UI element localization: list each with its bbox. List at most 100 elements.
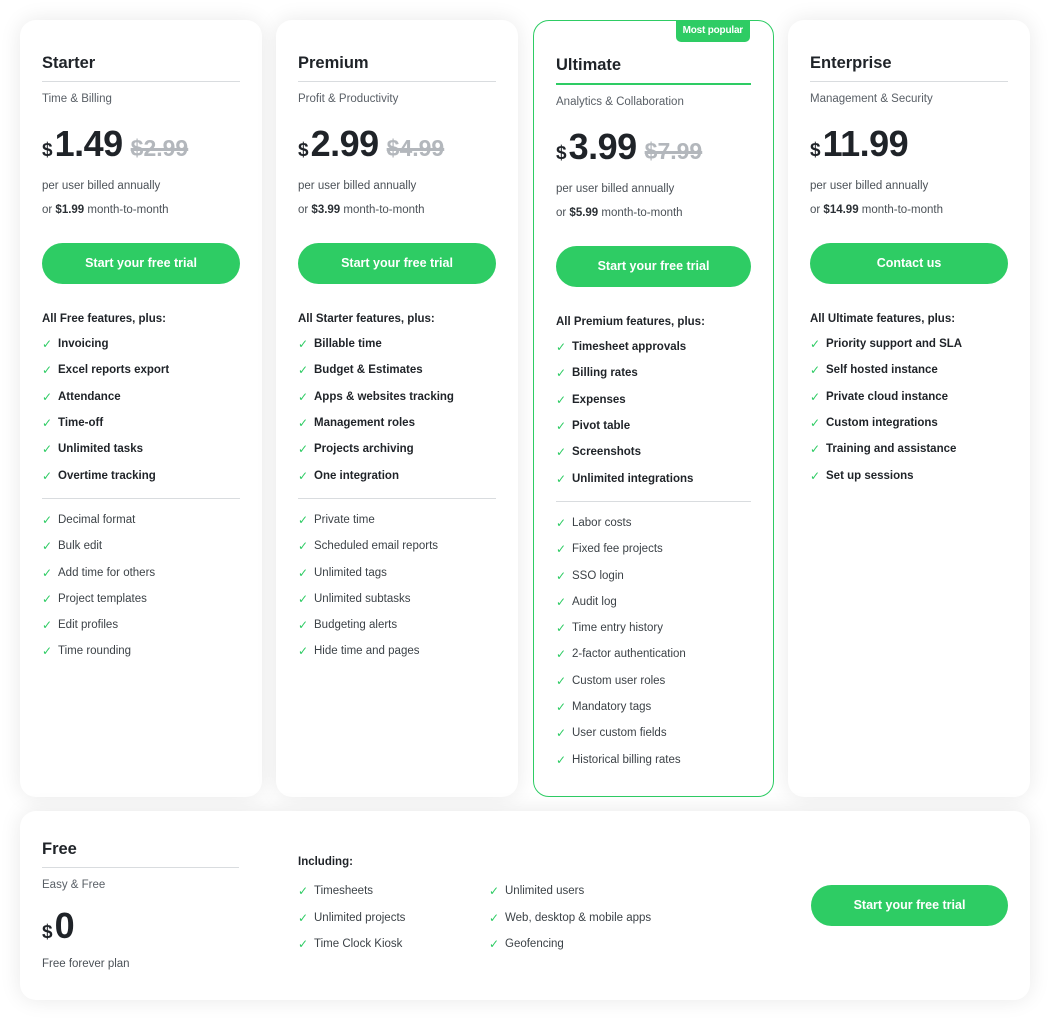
- feature-item: ✓ SSO login: [556, 562, 751, 588]
- feature-label: Billable time: [314, 338, 382, 351]
- feature-item: ✓ Project templates: [42, 586, 240, 612]
- feature-label: Custom user roles: [572, 674, 666, 687]
- features-extra-list: ✓ Labor costs ✓ Fixed fee projects ✓ SSO logi…: [556, 510, 751, 773]
- check-icon: ✓: [489, 937, 500, 952]
- check-icon: ✓: [556, 700, 567, 714]
- feature-label: Edit profiles: [58, 619, 119, 632]
- feature-label: Billing rates: [572, 367, 638, 380]
- plan-name: Premium: [298, 54, 369, 72]
- feature-label: Time-off: [58, 417, 104, 430]
- billing-note: per user billed annually: [42, 180, 161, 192]
- feature-item: ✓ Unlimited tasks: [42, 436, 240, 462]
- starter-cta-button[interactable]: Start your free trial: [42, 243, 240, 284]
- check-icon: ✓: [298, 937, 309, 952]
- ultimate-cta-button[interactable]: Start your free trial: [556, 246, 751, 287]
- feature-label: Unlimited users: [505, 885, 585, 898]
- check-icon: ✓: [556, 471, 567, 486]
- plan-name-divider: [42, 867, 239, 868]
- price: $ 0: [42, 906, 239, 950]
- check-icon: ✓: [556, 673, 567, 688]
- feature-label: Hide time and pages: [314, 645, 420, 658]
- price-currency: $: [810, 140, 821, 161]
- old-price: $4.99: [386, 135, 445, 161]
- features-heading: All Ultimate features, plus:: [810, 313, 956, 325]
- feature-label: Overtime tracking: [58, 469, 156, 482]
- features-extra-list: ✓ Private time ✓ Scheduled email reports ✓ Un…: [298, 507, 496, 665]
- feature-label: Unlimited integrations: [572, 472, 694, 485]
- features-heading: All Starter features, plus:: [298, 313, 435, 325]
- plan-name-divider: [556, 83, 751, 85]
- old-price: $2.99: [130, 135, 189, 161]
- feature-item: ✓ Unlimited integrations: [556, 465, 751, 491]
- feature-label: Custom integrations: [826, 417, 938, 430]
- price-currency: $: [556, 143, 567, 164]
- check-icon: ✓: [556, 594, 567, 609]
- feature-item: ✓ Excel reports export: [42, 357, 240, 383]
- enterprise-cta-button[interactable]: Contact us: [810, 243, 1008, 284]
- price-value: 1.49: [54, 123, 124, 164]
- features-main-list: ✓ Invoicing ✓ Excel reports export ✓ Attendan…: [42, 331, 240, 489]
- premium-cta-button[interactable]: Start your free trial: [298, 243, 496, 284]
- feature-item: ✓ Billing rates: [556, 360, 751, 386]
- check-icon: ✓: [42, 442, 53, 457]
- feature-item: ✓ Private cloud instance: [810, 384, 1008, 410]
- price-value: 2.99: [310, 123, 380, 164]
- feature-label: Audit log: [572, 595, 617, 608]
- feature-label: Add time for others: [58, 566, 156, 579]
- feature-label: 2-factor authentication: [572, 648, 686, 661]
- feature-label: Unlimited tasks: [58, 443, 143, 456]
- plan-card-enterprise: Enterprise Management & Security $11.99 per…: [788, 20, 1030, 797]
- monthly-price: $1.99: [55, 204, 85, 216]
- feature-label: Apps & websites tracking: [314, 390, 454, 403]
- monthly-prefix: or: [556, 207, 570, 219]
- check-icon: ✓: [556, 647, 567, 662]
- feature-label: Priority support and SLA: [826, 338, 963, 351]
- check-icon: ✓: [810, 363, 821, 378]
- feature-item: ✓ User custom fields: [556, 720, 751, 746]
- features-divider: [42, 497, 240, 499]
- price-value: 3.99: [568, 126, 638, 167]
- check-icon: ✓: [810, 389, 821, 404]
- feature-item: ✓ Decimal format: [42, 507, 240, 533]
- feature-item: ✓ Private time: [298, 507, 496, 533]
- features-extra-list: ✓ Decimal format ✓ Bulk edit ✓ Add time for o…: [42, 507, 240, 665]
- check-icon: ✓: [298, 363, 309, 378]
- old-price: $7.99: [644, 138, 703, 164]
- plan-subtitle: Profit & Productivity: [298, 93, 399, 105]
- check-icon: ✓: [298, 565, 309, 580]
- check-icon: ✓: [298, 416, 309, 431]
- features-main-list: ✓ Timesheet approvals ✓ Billing rates ✓ Expen…: [556, 334, 751, 492]
- check-icon: ✓: [556, 340, 567, 355]
- feature-label: User custom fields: [572, 727, 667, 740]
- feature-item: ✓ Add time for others: [42, 559, 240, 585]
- monthly-price-note: or $3.99 month-to-month: [298, 203, 496, 217]
- free-features-col-1: ✓ Timesheets ✓ Unlimited projects ✓ Time Cloc…: [298, 878, 405, 958]
- check-icon: ✓: [298, 539, 309, 554]
- check-icon: ✓: [42, 644, 53, 659]
- pricing-page: Starter Time & Billing $1.49 $2.99 per user …: [0, 0, 1062, 1024]
- check-icon: ✓: [298, 337, 309, 352]
- plan-subtitle: Time & Billing: [42, 93, 112, 105]
- feature-label: Screenshots: [572, 446, 642, 459]
- feature-item: ✓ Custom integrations: [810, 410, 1008, 436]
- monthly-suffix: month-to-month: [858, 204, 943, 216]
- plan-card-premium: Premium Profit & Productivity $2.99 $4.99 pe…: [276, 20, 518, 797]
- feature-item: ✓ Attendance: [42, 384, 240, 410]
- feature-label: Historical billing rates: [572, 753, 681, 766]
- free-start-trial-button[interactable]: Start your free trial: [811, 885, 1008, 926]
- feature-item: ✓ Overtime tracking: [42, 462, 240, 488]
- feature-item: ✓ Projects archiving: [298, 436, 496, 462]
- plan-name: Free: [42, 840, 77, 858]
- check-icon: ✓: [556, 445, 567, 460]
- plan-subtitle: Easy & Free: [42, 879, 106, 891]
- feature-item: ✓ Apps & websites tracking: [298, 384, 496, 410]
- feature-label: Project templates: [58, 592, 147, 605]
- check-icon: ✓: [556, 621, 567, 636]
- check-icon: ✓: [298, 468, 309, 483]
- feature-label: Scheduled email reports: [314, 540, 439, 553]
- feature-label: Management roles: [314, 417, 415, 430]
- check-icon: ✓: [810, 416, 821, 431]
- feature-item: ✓ Fixed fee projects: [556, 536, 751, 562]
- feature-item: ✓ Mandatory tags: [556, 694, 751, 720]
- feature-label: Training and assistance: [826, 443, 957, 456]
